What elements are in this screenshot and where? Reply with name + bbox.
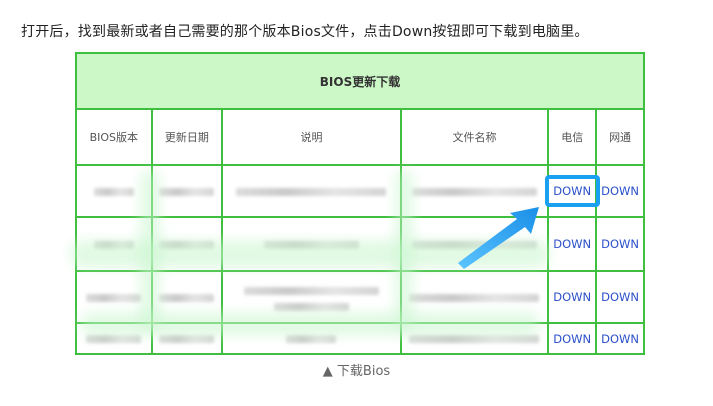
bios-download-table-container: BIOS更新下载 BIOS版本 更新日期 说明 文件名称 电信 网通 DOWN … [75, 52, 645, 355]
telecom-download-link[interactable]: DOWN [553, 290, 591, 304]
description-cell [221, 216, 402, 272]
description-cell [221, 270, 402, 324]
bios-version-cell [75, 322, 153, 355]
update-date-cell [150, 270, 224, 324]
table-row: DOWN DOWN [75, 322, 645, 355]
netcom-download-link[interactable]: DOWN [601, 290, 639, 304]
table-title: BIOS更新下载 [75, 52, 645, 110]
file-name-cell [399, 216, 550, 272]
table-row: DOWN DOWN [75, 270, 645, 324]
image-caption: ▲ 下载Bios [322, 364, 391, 379]
bios-version-cell [75, 216, 153, 272]
update-date-cell [150, 322, 224, 355]
netcom-download-link[interactable]: DOWN [601, 184, 639, 198]
table-row: DOWN DOWN [75, 164, 645, 218]
header-description: 说明 [221, 108, 402, 166]
netcom-download-link[interactable]: DOWN [601, 332, 639, 346]
netcom-download-cell: DOWN [595, 270, 645, 324]
bios-version-cell [75, 164, 153, 218]
bios-version-cell [75, 270, 153, 324]
netcom-download-cell: DOWN [595, 322, 645, 355]
header-bios-version: BIOS版本 [75, 108, 153, 166]
telecom-download-cell: DOWN [547, 270, 598, 324]
header-netcom: 网通 [595, 108, 645, 166]
file-name-cell [399, 322, 550, 355]
file-name-cell [399, 164, 550, 218]
description-cell [221, 322, 402, 355]
header-file-name: 文件名称 [399, 108, 550, 166]
instruction-text: 打开后，找到最新或者自己需要的那个版本Bios文件，点击Down按钮即可下载到电… [21, 24, 589, 40]
header-update-date: 更新日期 [150, 108, 224, 166]
table-row: DOWN DOWN [75, 216, 645, 272]
header-telecom: 电信 [547, 108, 598, 166]
telecom-download-cell: DOWN [547, 322, 598, 355]
telecom-download-link[interactable]: DOWN [553, 237, 591, 251]
update-date-cell [150, 164, 224, 218]
netcom-download-cell: DOWN [595, 164, 645, 218]
update-date-cell [150, 216, 224, 272]
netcom-download-cell: DOWN [595, 216, 645, 272]
netcom-download-link[interactable]: DOWN [601, 237, 639, 251]
telecom-download-cell: DOWN [547, 164, 598, 218]
bios-download-table: BIOS更新下载 BIOS版本 更新日期 说明 文件名称 电信 网通 DOWN … [75, 52, 645, 355]
file-name-cell [399, 270, 550, 324]
description-cell [221, 164, 402, 218]
telecom-download-cell: DOWN [547, 216, 598, 272]
telecom-download-link[interactable]: DOWN [553, 332, 591, 346]
telecom-download-link[interactable]: DOWN [553, 184, 591, 198]
